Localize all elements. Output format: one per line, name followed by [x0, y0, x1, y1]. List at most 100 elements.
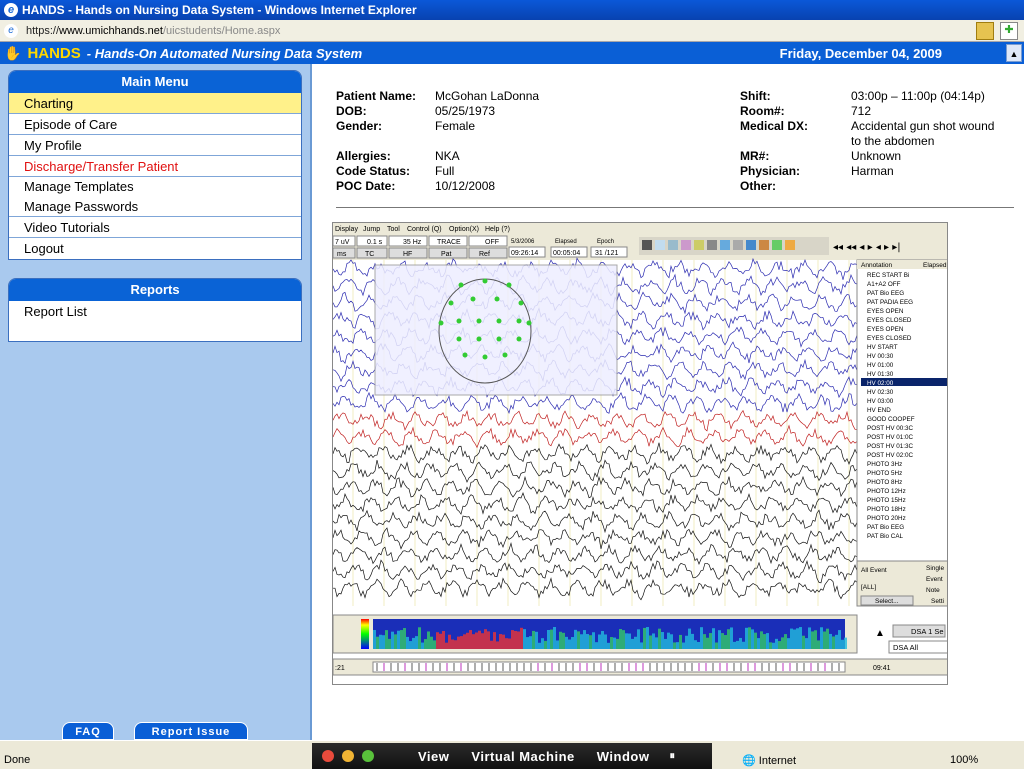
physician-row: Physician: Harman	[740, 164, 894, 178]
zoom-level[interactable]: 100%	[950, 754, 978, 766]
vm-menu-virtual-machine[interactable]: Virtual Machine	[471, 749, 574, 764]
spectrogram-band	[598, 634, 601, 649]
spectrogram-band	[781, 637, 784, 649]
add-favorites-icon[interactable]: ✚	[1000, 22, 1018, 40]
report-issue-button[interactable]: Report Issue	[134, 722, 248, 740]
spectrogram-band	[625, 633, 628, 649]
spectrogram-band	[697, 641, 700, 649]
minimize-dot-icon[interactable]	[342, 750, 354, 762]
spectrogram-band	[385, 630, 388, 649]
spectrogram-band	[796, 628, 799, 649]
spectrogram-band	[778, 641, 781, 649]
scroll-up-button[interactable]: ▲	[1006, 44, 1022, 62]
address-bar[interactable]: e https://www.umichhands.net/uicstudents…	[0, 20, 1024, 42]
annotation-item: PHOTO 5Hz	[867, 470, 902, 477]
spectrogram-band	[766, 633, 769, 649]
spectrogram-band	[382, 635, 385, 649]
spectrogram-band	[520, 627, 523, 649]
annotation-item: GOOD COOPEF	[867, 416, 915, 423]
eeg-elapsed: 00:05:04	[553, 250, 580, 257]
menu-item-my-profile[interactable]: My Profile	[9, 135, 301, 156]
spectrogram-band	[433, 640, 436, 649]
spectrogram-band	[574, 629, 577, 649]
spectrogram-band	[553, 627, 556, 649]
annotation-item: HV START	[867, 344, 898, 351]
menu-item-manage-templates[interactable]: Manage Templates	[9, 177, 301, 197]
patient-name-value: McGohan LaDonna	[435, 89, 540, 103]
electrode-map-panel	[374, 264, 618, 396]
electrode-dot	[518, 300, 524, 306]
room-row: Room#: 712	[740, 104, 872, 118]
spectrogram-band	[718, 630, 721, 649]
spectrogram-band	[790, 628, 793, 649]
menu-item-charting[interactable]: Charting	[9, 93, 301, 114]
spectrogram-band	[550, 629, 553, 649]
spectrogram-band	[748, 627, 751, 649]
spectrogram-band	[604, 634, 607, 649]
annotation-item: PHOTO 18Hz	[867, 506, 906, 513]
spectrogram-band	[643, 627, 646, 649]
eeg-viewer-svg: Display Jump Tool Control (Q) Option(X) …	[333, 223, 947, 676]
electrode-dot	[456, 318, 462, 324]
annotation-item: POST HV 01:3C	[867, 443, 914, 450]
menu-item-report-list[interactable]: Report List	[9, 301, 301, 322]
close-dot-icon[interactable]	[322, 750, 334, 762]
spectrogram-band	[655, 637, 658, 649]
menu-item-discharge-transfer[interactable]: Discharge/Transfer Patient	[9, 156, 301, 177]
annotation-item: HV 02:00	[867, 380, 894, 387]
spectrogram-band	[475, 632, 478, 649]
spectrogram-band	[742, 641, 745, 649]
pause-icon[interactable]: ⏸	[669, 750, 675, 763]
annotation-item: PAT Bio EEG	[867, 524, 904, 531]
spectrogram-band	[805, 638, 808, 649]
zoom-dot-icon[interactable]	[362, 750, 374, 762]
spectrogram-band	[682, 642, 685, 649]
spectrogram-band	[568, 639, 571, 649]
eeg-menu-display: Display	[335, 226, 358, 233]
spectrogram-band	[637, 629, 640, 649]
eeg-screenshot: Display Jump Tool Control (Q) Option(X) …	[332, 222, 948, 685]
faq-button[interactable]: FAQ	[62, 722, 114, 740]
spectrogram-band	[508, 638, 511, 649]
vm-menu-view[interactable]: View	[418, 749, 449, 764]
ie-logo-icon: e	[4, 3, 18, 17]
menu-item-episode-of-care[interactable]: Episode of Care	[9, 114, 301, 135]
event-select-button: Select...	[875, 598, 899, 605]
main-menu: Main Menu Charting Episode of Care My Pr…	[8, 70, 302, 260]
electrode-dot	[496, 318, 502, 324]
spectrogram-band	[772, 642, 775, 649]
annotation-item: EYES OPEN	[867, 326, 904, 333]
spectrogram-band	[826, 628, 829, 649]
spectrogram-band	[658, 628, 661, 649]
spectrogram-band	[793, 629, 796, 649]
vm-menu-window[interactable]: Window	[597, 749, 650, 764]
spectrogram-band	[379, 634, 382, 649]
spectrogram-band	[424, 639, 427, 649]
spectrogram-band	[838, 630, 841, 649]
spectrogram-band	[670, 634, 673, 649]
eeg-menu-tool: Tool	[387, 226, 400, 233]
spectrogram-band	[745, 627, 748, 649]
menu-item-logout[interactable]: Logout	[9, 238, 301, 259]
eeg-menu-help: Help (?)	[485, 226, 510, 233]
spectrogram-band	[577, 631, 580, 649]
spectrogram-band	[784, 634, 787, 649]
dsa-label: DSA 1 Se	[911, 627, 944, 636]
annotation-item: PHOTO 8Hz	[867, 479, 902, 486]
eeg-btn-ref: Ref	[479, 251, 490, 258]
electrode-dot	[516, 318, 522, 324]
url-field[interactable]: https://www.umichhands.net/uicstudents/H…	[22, 23, 284, 39]
menu-item-manage-passwords[interactable]: Manage Passwords	[9, 197, 301, 217]
menu-item-video-tutorials[interactable]: Video Tutorials	[9, 217, 301, 238]
annotation-item: PAT Bio CAL	[867, 533, 904, 540]
annotation-header-label: Annotation	[861, 262, 892, 269]
allergies-row: Allergies: NKA	[336, 149, 460, 163]
annotation-item: PHOTO 3Hz	[867, 461, 902, 468]
lock-icon[interactable]	[976, 22, 994, 40]
electrode-dot	[448, 300, 454, 306]
annotation-item: REC START Bi	[867, 272, 909, 279]
spectrogram-band	[703, 634, 706, 649]
spectrogram-band	[667, 632, 670, 649]
spectrogram-band	[673, 642, 676, 649]
spectrogram-band	[541, 638, 544, 649]
